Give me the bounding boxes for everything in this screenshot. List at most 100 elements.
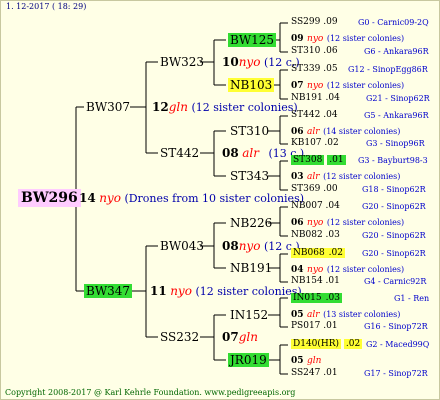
gen-number: 07 <box>291 81 304 91</box>
root-id[interactable]: BW296 <box>18 189 81 207</box>
gen5-id[interactable]: NB007 <box>291 201 323 211</box>
gen5-id[interactable]: NB154 <box>291 276 323 286</box>
gen5-id[interactable]: ST310 <box>291 46 320 56</box>
gen-number: 08 <box>222 146 239 160</box>
gen5-location: G2 - Maced99Q <box>366 340 430 349</box>
gen4-id[interactable]: IN152 <box>230 308 268 322</box>
gen5-location: G5 - Ankara96R <box>364 111 429 120</box>
gen5-location: G6 - Ankara96R <box>364 47 429 56</box>
gen5-id[interactable]: IN015 <box>291 293 324 303</box>
gen4-id[interactable]: NB103 <box>228 78 275 92</box>
grandparent-id[interactable]: BW043 <box>160 239 204 253</box>
gen5-id[interactable]: SS299 <box>291 17 320 27</box>
gen-number: 08 <box>222 239 239 253</box>
gen5-id[interactable]: D140(HR) <box>291 339 342 349</box>
parent-node-bw347[interactable]: BW347 <box>84 284 133 298</box>
gen5-row[interactable]: NB068.02 <box>291 248 345 258</box>
gen5-row[interactable]: KB107 .02 <box>291 138 339 148</box>
gen5-location: G4 - Carnic92R <box>364 277 427 286</box>
gen5-row[interactable]: ST369 .00 <box>291 184 338 194</box>
grandparent-node[interactable]: SS232 <box>160 330 199 344</box>
gen5-location: G3 - Sinop96R <box>366 139 425 148</box>
gen5-row[interactable]: ST339 .05 <box>291 64 338 74</box>
gen5-id[interactable]: ST339 <box>291 64 320 74</box>
gen5-row[interactable]: NB154 .01 <box>291 276 340 286</box>
gen5-value: .04 <box>323 110 338 120</box>
gen5-row[interactable]: ST308 .01 <box>291 155 346 165</box>
gen5-id[interactable]: KB107 <box>291 138 322 148</box>
parent-id[interactable]: BW347 <box>84 284 133 298</box>
gen4-node[interactable]: NB191 <box>230 261 272 275</box>
gen4-node[interactable]: BW125 <box>228 33 277 47</box>
gen-code: nyo <box>307 34 324 44</box>
gen5-row[interactable]: ST442 .04 <box>291 110 338 120</box>
gen5-generation: 06 alr (14 sister colonies) <box>291 124 400 137</box>
gen5-row[interactable]: SS247 .01 <box>291 368 338 378</box>
gen5-id[interactable]: SS247 <box>291 368 320 378</box>
gen4-node[interactable]: NB226 <box>230 216 272 230</box>
gen4-id[interactable]: ST343 <box>230 169 269 183</box>
gen5-row[interactable]: D140(HR) .02 <box>291 339 363 349</box>
gen5-row[interactable]: NB191 .04 <box>291 93 340 103</box>
grandparent-node[interactable]: BW323 <box>160 55 204 69</box>
grandparent-node[interactable]: BW043 <box>160 239 204 253</box>
gen5-id[interactable]: PS017 <box>291 321 320 331</box>
gen5-row[interactable]: SS299 .09 <box>291 17 338 27</box>
parent-node-bw307[interactable]: BW307 <box>86 100 130 114</box>
gen5-id[interactable]: NB191 <box>291 93 323 103</box>
gen4-node[interactable]: NB103 <box>228 78 275 92</box>
gen5-value: .01 <box>323 321 338 331</box>
gen5-location: G20 - Sinop62R <box>362 202 426 211</box>
parent-generation-bw347: 11 nyo (12 sister colonies) <box>150 284 302 298</box>
gen5-id[interactable]: ST442 <box>291 110 320 120</box>
gen5-id[interactable]: ST369 <box>291 184 320 194</box>
gen5-value: .02 <box>343 339 363 349</box>
root-gen-code: nyo <box>99 191 121 205</box>
gen4-id[interactable]: NB191 <box>230 261 272 275</box>
gen5-value: .05 <box>323 64 338 74</box>
gen-code: gln <box>238 330 258 344</box>
gen5-id[interactable]: NB082 <box>291 230 323 240</box>
grandparent-id[interactable]: BW323 <box>160 55 204 69</box>
root-node[interactable]: BW296 <box>18 189 81 207</box>
gen-code: nyo <box>307 81 324 91</box>
gen-number: 09 <box>291 34 304 44</box>
grandparent-id[interactable]: ST442 <box>160 146 199 160</box>
gen-note: (14 sister colonies) <box>323 127 401 136</box>
gen5-value: .01 <box>323 368 338 378</box>
gen5-row[interactable]: NB082 .03 <box>291 230 340 240</box>
gen-code: alr <box>307 310 320 320</box>
gen5-location: G20 - Sinop62R <box>362 249 426 258</box>
gen5-id[interactable]: ST308 <box>291 155 325 165</box>
grandparent-node[interactable]: ST442 <box>160 146 199 160</box>
gen5-row[interactable]: ST310 .06 <box>291 46 338 56</box>
gen5-row[interactable]: NB007 .04 <box>291 201 340 211</box>
gen5-row[interactable]: IN015.03 <box>291 293 342 303</box>
gen4-id[interactable]: JR019 <box>228 353 269 367</box>
grandparent-id[interactable]: SS232 <box>160 330 199 344</box>
gen4-id[interactable]: NB226 <box>230 216 272 230</box>
gen-note: (12 sister colonies) <box>326 265 405 274</box>
parent-id[interactable]: BW307 <box>86 100 130 114</box>
gen5-id[interactable]: NB068 <box>291 248 327 258</box>
gen4-id[interactable]: ST310 <box>230 124 269 138</box>
gen-code: alr <box>242 146 259 160</box>
gen5-generation: 04 nyo (12 sister colonies) <box>291 262 404 275</box>
gen5-location: G18 - Sinop62R <box>362 185 426 194</box>
gen5-value: .03 <box>323 293 342 303</box>
root-gen-note: (Drones from 10 sister colonies) <box>124 192 305 205</box>
gen4-node[interactable]: IN152 <box>230 308 268 322</box>
gen5-value: .06 <box>323 46 338 56</box>
gen4-id[interactable]: BW125 <box>228 33 277 47</box>
gen-code: gln <box>307 356 322 366</box>
gen5-generation: 06 nyo (12 sister colonies) <box>291 215 404 228</box>
gen5-row[interactable]: PS017 .01 <box>291 321 338 331</box>
gen5-location: G0 - Carnic09-2Q <box>358 18 429 27</box>
parent-generation-bw307: 12gln (12 sister colonies) <box>152 100 298 114</box>
gen4-node[interactable]: ST343 <box>230 169 269 183</box>
gen5-generation: 03 alr (12 sister colonies) <box>291 169 400 182</box>
gen4-node[interactable]: JR019 <box>228 353 269 367</box>
gen5-location: G17 - Sinop72R <box>364 369 428 378</box>
gen4-node[interactable]: ST310 <box>230 124 269 138</box>
gen5-value: .04 <box>325 93 340 103</box>
